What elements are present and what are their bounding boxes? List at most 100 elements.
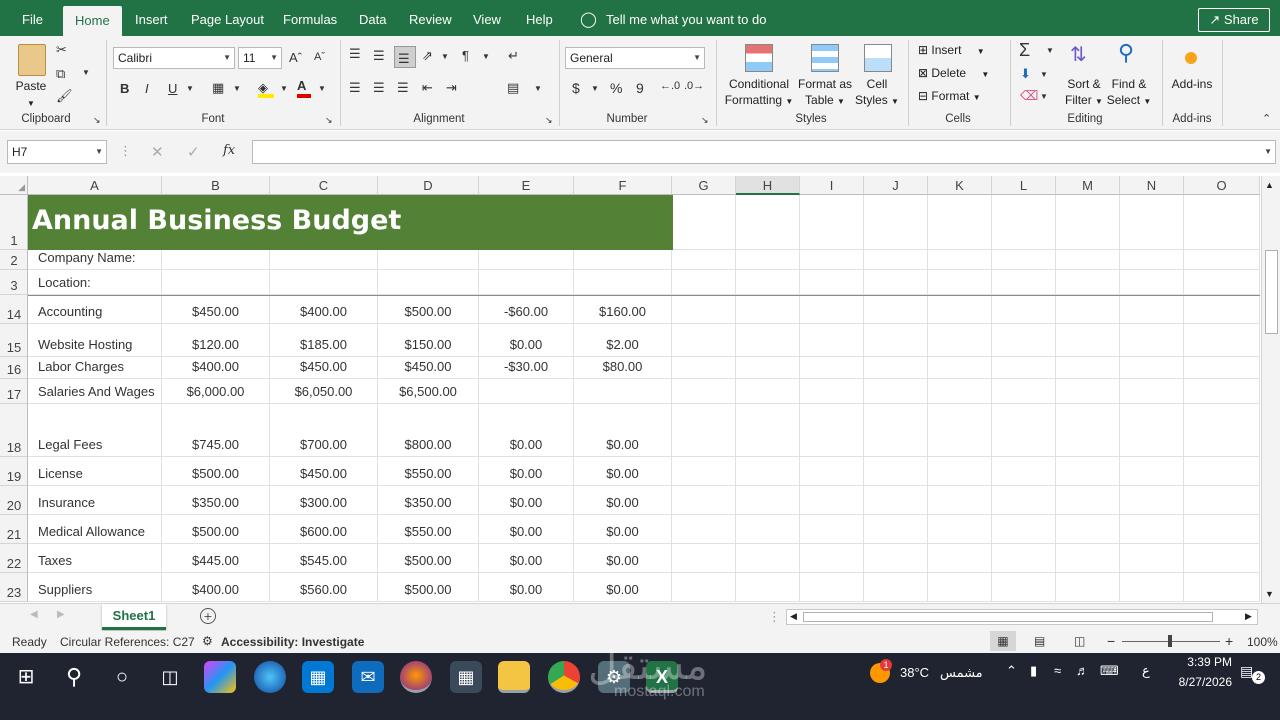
cell-c23[interactable]: $560.00: [270, 573, 378, 602]
cell-c15[interactable]: $185.00: [270, 324, 378, 357]
cell-j17[interactable]: [864, 379, 928, 404]
cell-o20[interactable]: [1184, 486, 1260, 515]
formula-input[interactable]: ▼: [252, 140, 1276, 164]
cell-j21[interactable]: [864, 515, 928, 544]
orientation-icon[interactable]: ⇗: [422, 48, 433, 64]
cell-k1[interactable]: [928, 195, 992, 250]
cell-b20[interactable]: $350.00: [162, 486, 270, 515]
cell-i23[interactable]: [800, 573, 864, 602]
autosum-dropdown-icon[interactable]: ▼: [1046, 46, 1054, 55]
cell-f2[interactable]: [574, 250, 672, 270]
borders-dropdown-icon[interactable]: ▼: [233, 84, 241, 93]
tell-me-search[interactable]: Tell me what you want to do: [606, 0, 766, 36]
show-hidden-icons-icon[interactable]: ⌃: [1006, 663, 1017, 679]
cell-d14[interactable]: $500.00: [378, 295, 479, 324]
tab-formulas[interactable]: Formulas: [283, 0, 337, 36]
bold-button[interactable]: B: [120, 81, 129, 96]
column-header-o[interactable]: O: [1184, 176, 1260, 195]
cell-o22[interactable]: [1184, 544, 1260, 573]
cell-a16[interactable]: Labor Charges: [28, 357, 162, 379]
calculator-icon[interactable]: ▦: [450, 661, 482, 693]
cell-l2[interactable]: [992, 250, 1056, 270]
cell-m23[interactable]: [1056, 573, 1120, 602]
cell-h23[interactable]: [736, 573, 800, 602]
cell-a22[interactable]: Taxes: [28, 544, 162, 573]
cell-i16[interactable]: [800, 357, 864, 379]
column-header-g[interactable]: G: [672, 176, 736, 195]
horizontal-scrollbar[interactable]: ◀ ▶: [786, 609, 1258, 625]
copy-dropdown-icon[interactable]: ▼: [82, 68, 90, 77]
cell-o14[interactable]: [1184, 295, 1260, 324]
cell-j3[interactable]: [864, 270, 928, 295]
format-as-table-button[interactable]: Format as Table ▼: [796, 76, 854, 110]
cell-c17[interactable]: $6,050.00: [270, 379, 378, 404]
edge-icon[interactable]: [254, 661, 286, 693]
copy-icon[interactable]: ⧉: [56, 66, 65, 82]
cell-e18[interactable]: $0.00: [479, 404, 574, 457]
format-painter-icon[interactable]: 🖌: [56, 88, 73, 104]
name-box[interactable]: H7 ▼: [7, 140, 107, 164]
cell-g15[interactable]: [672, 324, 736, 357]
percent-button[interactable]: %: [610, 80, 622, 96]
cell-j19[interactable]: [864, 457, 928, 486]
page-break-view-icon[interactable]: ◫: [1074, 634, 1085, 648]
cell-o2[interactable]: [1184, 250, 1260, 270]
scroll-left-icon[interactable]: ◀: [790, 611, 797, 622]
cell-b17[interactable]: $6,000.00: [162, 379, 270, 404]
cell-i2[interactable]: [800, 250, 864, 270]
borders-icon[interactable]: ▦: [212, 80, 224, 96]
column-header-h[interactable]: H: [736, 176, 800, 195]
cell-a21[interactable]: Medical Allowance: [28, 515, 162, 544]
cell-h17[interactable]: [736, 379, 800, 404]
cell-e15[interactable]: $0.00: [479, 324, 574, 357]
cell-l21[interactable]: [992, 515, 1056, 544]
row-header-3[interactable]: 3: [0, 270, 28, 295]
rtl-dropdown-icon[interactable]: ▼: [482, 52, 490, 61]
cell-j23[interactable]: [864, 573, 928, 602]
cell-b14[interactable]: $450.00: [162, 295, 270, 324]
wifi-icon[interactable]: ≈: [1054, 663, 1061, 678]
font-launcher-icon[interactable]: ↘: [325, 115, 333, 126]
cell-c21[interactable]: $600.00: [270, 515, 378, 544]
underline-button[interactable]: U: [168, 81, 177, 96]
cell-d3[interactable]: [378, 270, 479, 295]
cell-f20[interactable]: $0.00: [574, 486, 672, 515]
battery-icon[interactable]: ▮: [1030, 663, 1037, 679]
cell-c2[interactable]: [270, 250, 378, 270]
prev-sheet-icon[interactable]: ◀: [30, 609, 38, 620]
cell-n21[interactable]: [1120, 515, 1184, 544]
cell-c18[interactable]: $700.00: [270, 404, 378, 457]
firefox-icon[interactable]: [400, 661, 432, 693]
cell-e23[interactable]: $0.00: [479, 573, 574, 602]
cell-g17[interactable]: [672, 379, 736, 404]
cell-d16[interactable]: $450.00: [378, 357, 479, 379]
add-sheet-icon[interactable]: +: [200, 608, 216, 624]
decrease-decimal-icon[interactable]: .0→: [684, 80, 704, 92]
cell-n3[interactable]: [1120, 270, 1184, 295]
autosum-icon[interactable]: Σ: [1019, 40, 1030, 61]
cell-e3[interactable]: [479, 270, 574, 295]
outlook-icon[interactable]: ✉: [352, 661, 384, 693]
next-sheet-icon[interactable]: ▶: [57, 609, 65, 620]
cell-h16[interactable]: [736, 357, 800, 379]
cell-a3[interactable]: Location:: [28, 270, 162, 295]
weather-temp[interactable]: 38°C: [900, 665, 929, 680]
decrease-indent-icon[interactable]: ⇤: [422, 80, 433, 96]
cell-j14[interactable]: [864, 295, 928, 324]
merge-center-icon[interactable]: ▤: [507, 80, 519, 96]
cell-f17[interactable]: [574, 379, 672, 404]
wrap-text-icon[interactable]: ↵: [508, 48, 519, 64]
cell-b15[interactable]: $120.00: [162, 324, 270, 357]
cell-n1[interactable]: [1120, 195, 1184, 250]
split-handle-icon[interactable]: ⋮: [768, 609, 781, 625]
insert-function-button[interactable]: fx: [223, 143, 235, 158]
search-icon[interactable]: ⚲: [58, 661, 90, 693]
cell-d18[interactable]: $800.00: [378, 404, 479, 457]
cell-b3[interactable]: [162, 270, 270, 295]
share-button[interactable]: ↗ Share: [1198, 8, 1270, 32]
row-header-19[interactable]: 19: [0, 457, 28, 486]
cell-o15[interactable]: [1184, 324, 1260, 357]
clipboard-launcher-icon[interactable]: ↘: [93, 115, 101, 126]
cell-o19[interactable]: [1184, 457, 1260, 486]
worksheet-grid[interactable]: ◢ ABCDEFGHIJKLMNO 1 2 Company Name: 3 Locati…: [0, 173, 1280, 603]
